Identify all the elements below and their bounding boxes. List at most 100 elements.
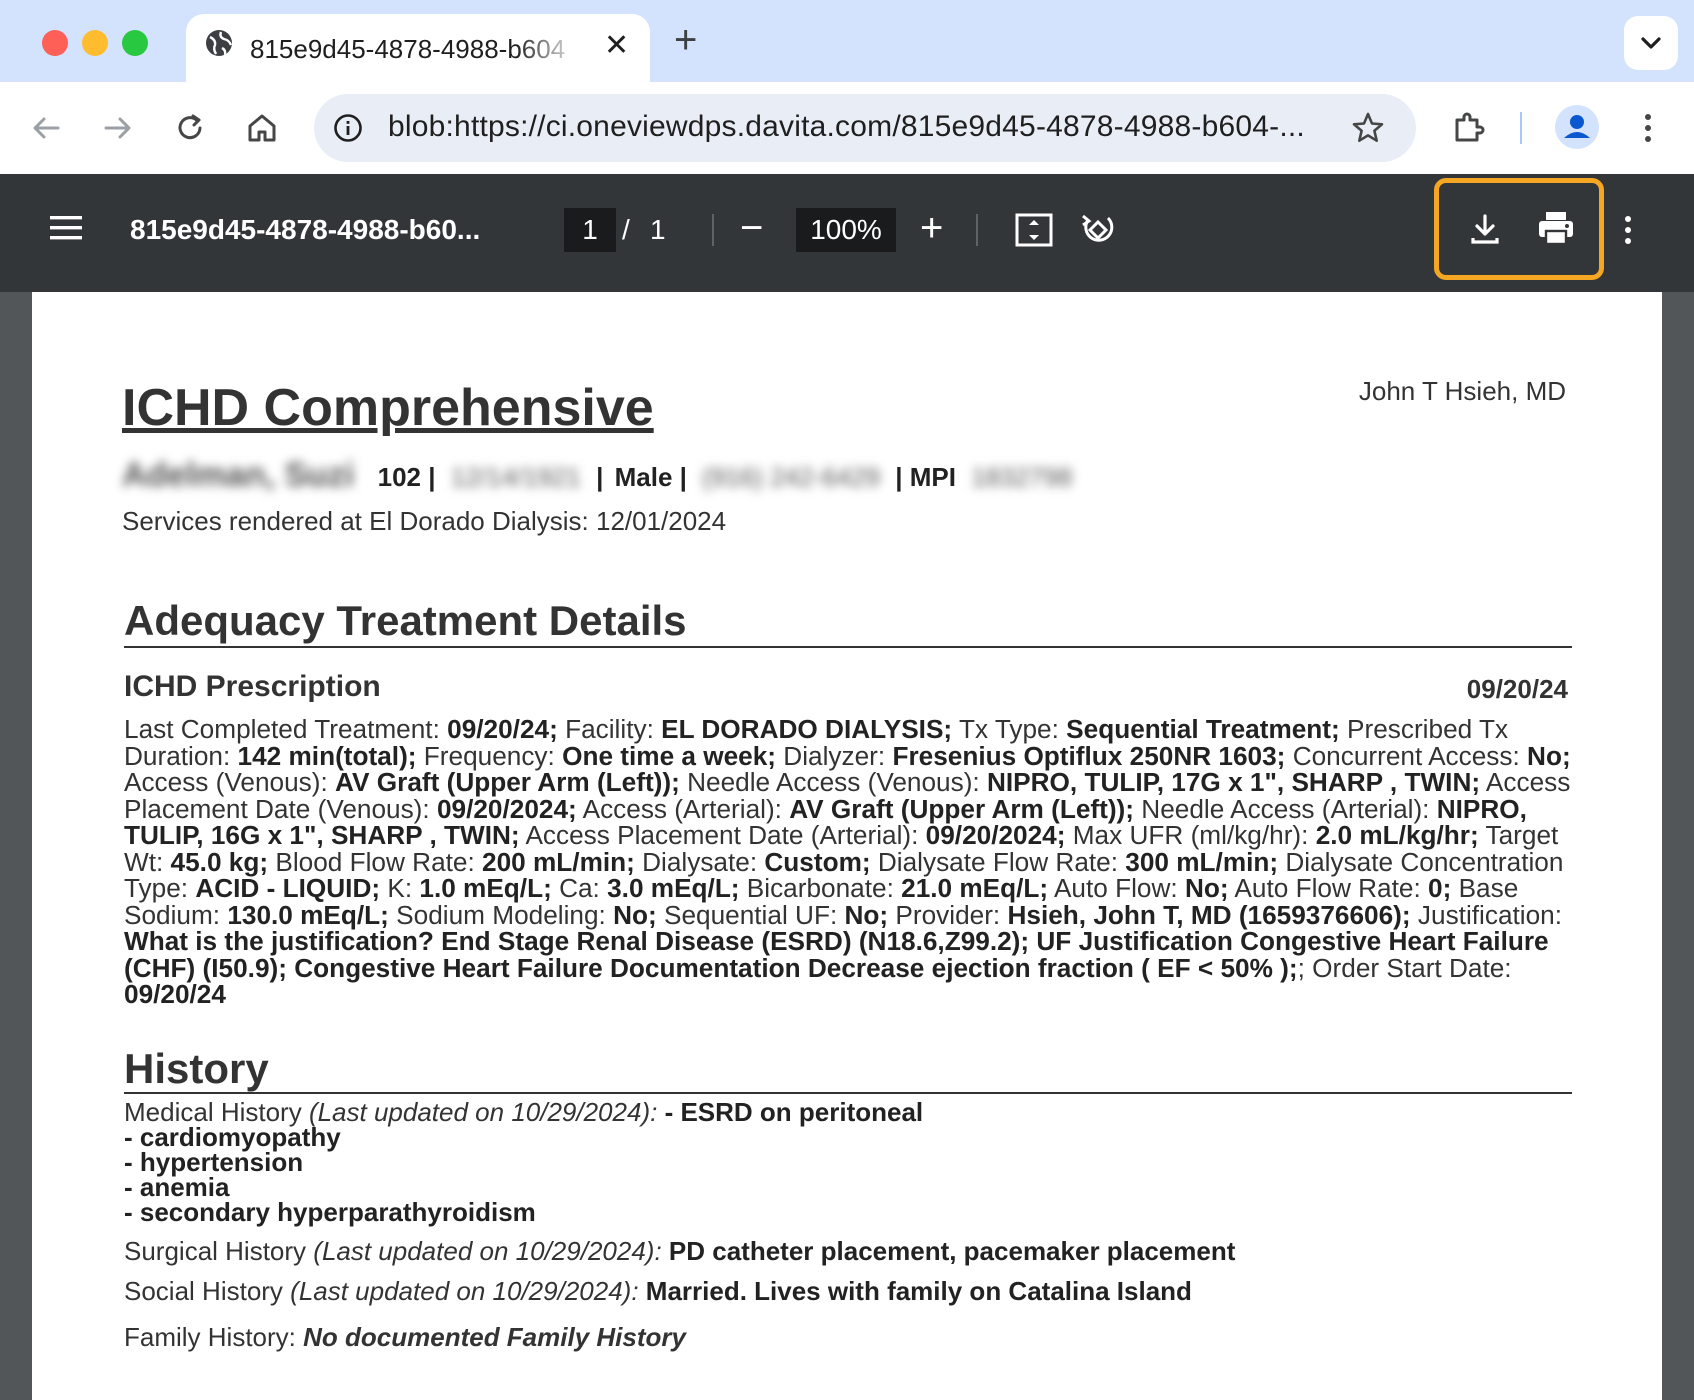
medical-history-item: - secondary hyperparathyroidism: [124, 1197, 536, 1227]
patient-separator: |: [596, 462, 604, 492]
tab-search-button[interactable]: [1624, 16, 1678, 70]
minimize-window-button[interactable]: [82, 30, 108, 56]
prescription-value: 300 mL/min;: [1125, 846, 1279, 877]
fit-to-page-icon[interactable]: [1014, 210, 1054, 255]
close-window-button[interactable]: [42, 30, 68, 56]
prescription-value: No;: [1184, 873, 1229, 903]
prescription-value: 09/20/24: [124, 979, 226, 1009]
back-icon[interactable]: [28, 110, 64, 151]
prescription-value: 130.0 mEq/L;: [227, 899, 389, 930]
home-icon[interactable]: [244, 110, 280, 151]
prescription-value: One time a week;: [562, 740, 777, 771]
social-history-value: Married. Lives with family on Catalina I…: [645, 1276, 1192, 1306]
profile-avatar-icon[interactable]: [1554, 104, 1600, 155]
patient-dob: 12/14/1921: [450, 462, 581, 492]
section-title-history: History: [124, 1048, 1572, 1094]
prescription-value: 09/20/2024;: [925, 820, 1066, 850]
prescription-label: Max UFR (ml/kg/hr):: [1065, 820, 1316, 850]
prescription-label: Auto Flow Rate:: [1228, 873, 1429, 903]
prescription-value: Sequential Treatment;: [1066, 714, 1340, 744]
tab-title-fade: [516, 28, 580, 68]
address-bar[interactable]: blob:https://ci.oneviewdps.davita.com/81…: [314, 94, 1416, 162]
family-history-value: No documented Family History: [303, 1322, 686, 1352]
prescription-label: Blood Flow Rate:: [268, 846, 483, 877]
prescription-value: 200 mL/min;: [482, 846, 635, 877]
prescription-value: 1.0 mEq/L;: [419, 873, 552, 903]
prescription-value: AV Graft (Upper Arm (Left));: [789, 793, 1135, 824]
prescription-value: Custom;: [764, 846, 871, 877]
patient-mpi-label: | MPI: [895, 462, 956, 492]
prescription-label: Tx Type:: [952, 714, 1067, 744]
zoom-in-button[interactable]: +: [920, 204, 943, 252]
medical-history-updated: (Last updated on 10/29/2024):: [308, 1097, 658, 1127]
globe-icon: [204, 28, 234, 63]
bookmark-star-icon[interactable]: [1350, 110, 1386, 151]
browser-menu-icon[interactable]: [1638, 110, 1658, 151]
patient-name: Adelman, Suzi: [122, 456, 355, 494]
print-icon[interactable]: [1536, 208, 1576, 253]
medical-history: Medical History (Last updated on 10/29/2…: [124, 1097, 924, 1227]
prescription-label: Access (Arterial):: [576, 793, 790, 824]
prescription-value: No;: [844, 899, 889, 930]
prescription-label: Sequential UF:: [656, 899, 845, 930]
download-icon[interactable]: [1466, 210, 1504, 255]
prescription-date: 09/20/24: [1466, 674, 1568, 704]
extensions-icon[interactable]: [1450, 108, 1488, 151]
section-title-adequacy: Adequacy Treatment Details: [124, 600, 1572, 648]
prescription-value: NIPRO, TULIP, 17G x 1", SHARP , TWIN;: [986, 767, 1481, 797]
social-history-updated: (Last updated on 10/29/2024):: [290, 1276, 639, 1306]
maximize-window-button[interactable]: [122, 30, 148, 56]
prescription-value: AV Graft (Upper Arm (Left));: [335, 767, 680, 797]
surgical-history: Surgical History (Last updated on 10/29/…: [124, 1236, 1235, 1267]
prescription-value: Hsieh, John T, MD (1659376606);: [1007, 899, 1411, 930]
prescription-label: Dialyzer:: [776, 740, 893, 771]
surgical-history-value: PD catheter placement, pacemaker placeme…: [668, 1236, 1236, 1266]
new-tab-button[interactable]: +: [674, 20, 697, 60]
patient-mpi: 1832798: [971, 462, 1073, 492]
prescription-value: No;: [613, 899, 657, 930]
zoom-level-input[interactable]: 100%: [796, 208, 896, 252]
prescription-label: Provider:: [888, 899, 1008, 930]
prescription-title: ICHD Prescription: [124, 670, 381, 703]
prescription-label: ; Order Start Date:: [1297, 952, 1512, 983]
prescription-value: 09/20/2024;: [436, 793, 577, 824]
rotate-icon[interactable]: [1078, 210, 1118, 255]
prescription-details: Last Completed Treatment: 09/20/24; Faci…: [124, 716, 1572, 1008]
total-pages: 1: [650, 214, 666, 245]
forward-icon[interactable]: [100, 110, 136, 151]
pdf-page: ICHD Comprehensive John T Hsieh, MD Adel…: [32, 292, 1662, 1400]
zoom-out-button[interactable]: −: [740, 204, 763, 252]
chevron-down-icon: [1641, 37, 1661, 49]
toolbar-divider: [1520, 112, 1522, 144]
prescription-value: 21.0 mEq/L;: [901, 873, 1049, 903]
reload-icon[interactable]: [172, 110, 208, 151]
family-history-label: Family History:: [124, 1322, 304, 1352]
services-rendered: Services rendered at El Dorado Dialysis:…: [122, 506, 727, 536]
toolbar-separator: [712, 214, 714, 246]
close-tab-icon[interactable]: ✕: [604, 28, 629, 63]
pdf-more-options-icon[interactable]: [1618, 212, 1638, 253]
prescription-value: 2.0 mL/kg/hr;: [1315, 820, 1479, 850]
prescription-label: Access (Venous):: [124, 767, 336, 797]
prescription-value: 3.0 mEq/L;: [607, 873, 740, 903]
browser-tab[interactable]: 815e9d45-4878-4988-b604 ✕: [186, 14, 650, 88]
sidebar-menu-icon[interactable]: [48, 212, 84, 249]
family-history: Family History: No documented Family His…: [124, 1322, 686, 1353]
page-number-input[interactable]: 1: [564, 208, 616, 252]
medical-history-item: - ESRD on peritoneal: [664, 1097, 924, 1127]
prescription-value: 09/20/24;: [447, 714, 558, 744]
site-info-icon[interactable]: [332, 112, 364, 149]
toolbar-separator: [976, 214, 978, 246]
prescription-value: 45.0 kg;: [170, 846, 269, 877]
prescription-value: 0;: [1428, 873, 1452, 903]
browser-window: 815e9d45-4878-4988-b604 ✕ + blob:https:/…: [0, 0, 1694, 1400]
patient-phone: (916) 242-6429: [702, 462, 880, 492]
url-text: blob:https://ci.oneviewdps.davita.com/81…: [388, 110, 1305, 143]
prescription-label: Facility:: [557, 714, 662, 744]
prescription-value: ACID - LIQUID;: [195, 873, 381, 903]
page-separator: /: [622, 214, 630, 245]
download-print-highlight: [1434, 178, 1604, 280]
prescription-label: Justification:: [1410, 899, 1563, 930]
doctor-name: John T Hsieh, MD: [1358, 376, 1566, 406]
surgical-history-updated: (Last updated on 10/29/2024):: [313, 1236, 662, 1266]
